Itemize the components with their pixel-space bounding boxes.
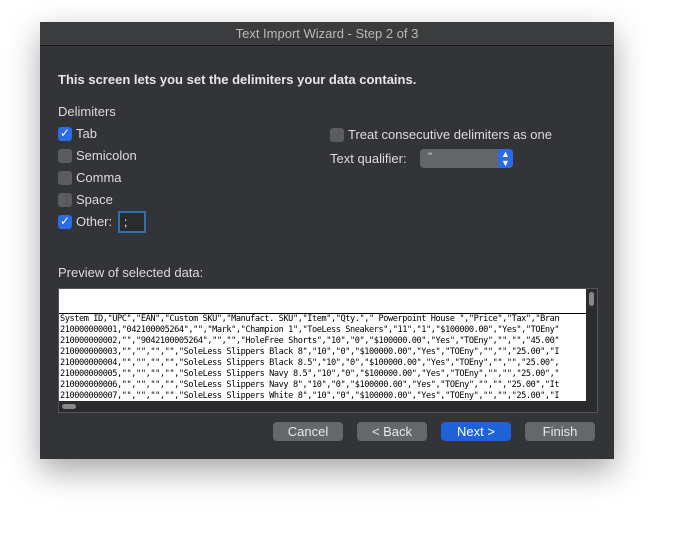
text-import-wizard-dialog: Text Import Wizard - Step 2 of 3 This sc… xyxy=(40,22,614,459)
preview-row: 210000000003,"","","","","SoleLess Slipp… xyxy=(60,347,560,357)
text-qualifier-label: Text qualifier: xyxy=(330,151,407,166)
preview-row: System ID,"UPC","EAN","Custom SKU","Manu… xyxy=(60,314,560,324)
preview-row: 210000000002,"","9042100005264","","","H… xyxy=(60,336,560,346)
scroll-thumb[interactable] xyxy=(62,404,76,409)
window-title: Text Import Wizard - Step 2 of 3 xyxy=(40,22,614,46)
horizontal-scrollbar[interactable] xyxy=(59,401,597,412)
preview-column-header xyxy=(59,289,586,314)
checkbox-unchecked-icon[interactable] xyxy=(58,149,72,163)
cancel-button[interactable]: Cancel xyxy=(273,422,343,441)
finish-button[interactable]: Finish xyxy=(525,422,595,441)
next-button[interactable]: Next > xyxy=(441,422,511,441)
checkbox-unchecked-icon[interactable] xyxy=(330,128,344,142)
preview-label: Preview of selected data: xyxy=(58,265,204,280)
text-qualifier-select[interactable]: " ▲ ▼ xyxy=(420,149,513,168)
checkbox-label: Tab xyxy=(76,126,97,141)
scroll-thumb[interactable] xyxy=(589,292,594,306)
preview-row: 210000000004,"","","","","SoleLess Slipp… xyxy=(60,358,560,368)
chevron-up-down-icon: ▲ ▼ xyxy=(498,149,513,168)
vertical-scrollbar[interactable] xyxy=(586,289,597,401)
data-preview[interactable]: System ID,"UPC","EAN","Custom SKU","Manu… xyxy=(58,288,598,413)
other-delimiter-input[interactable]: ; xyxy=(118,211,146,233)
preview-rows: System ID,"UPC","EAN","Custom SKU","Manu… xyxy=(59,314,586,402)
text-qualifier-value: " xyxy=(428,151,432,163)
delimiters-heading: Delimiters xyxy=(58,104,116,119)
checkbox-unchecked-icon[interactable] xyxy=(58,171,72,185)
checkbox-label: Treat consecutive delimiters as one xyxy=(348,127,553,142)
checkbox-checked-icon[interactable] xyxy=(58,214,72,229)
checkbox-checked-icon[interactable] xyxy=(58,126,72,141)
checkbox-unchecked-icon[interactable] xyxy=(58,193,72,207)
preview-row: 210000000005,"","","","","SoleLess Slipp… xyxy=(60,369,560,379)
intro-text: This screen lets you set the delimiters … xyxy=(58,72,417,87)
checkbox-label: Semicolon xyxy=(76,148,137,163)
back-button[interactable]: < Back xyxy=(357,422,427,441)
checkbox-label: Comma xyxy=(76,170,122,185)
preview-row: 210000000001,"042100005264","","Mark","C… xyxy=(60,325,560,335)
preview-row: 210000000006,"","","","","SoleLess Slipp… xyxy=(60,380,560,390)
checkbox-label: Other: xyxy=(76,214,113,229)
checkbox-label: Space xyxy=(76,192,113,207)
